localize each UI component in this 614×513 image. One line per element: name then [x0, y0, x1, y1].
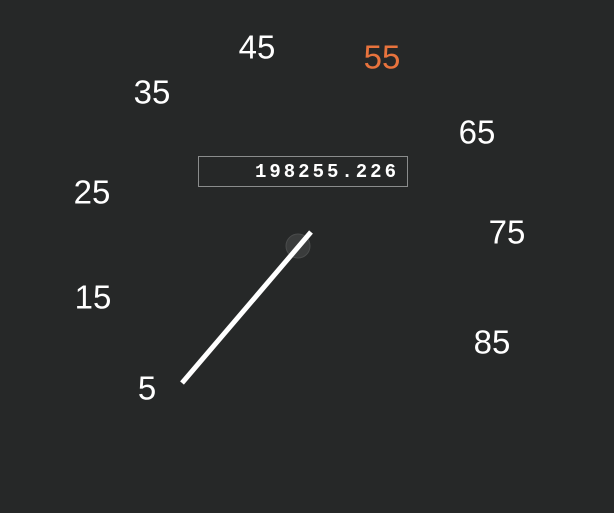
speedometer-graphic: [180, 230, 313, 385]
odometer-value: 198255.226: [254, 160, 399, 183]
speed-mark-25: 25: [73, 173, 111, 211]
speed-needle: [180, 230, 313, 385]
speed-mark-45: 45: [238, 28, 276, 66]
speed-mark-85: 85: [473, 323, 511, 361]
speed-mark-65: 65: [458, 113, 496, 151]
speed-mark-15: 15: [74, 278, 112, 316]
speed-mark-75: 75: [488, 213, 526, 251]
speedometer-dial: [0, 0, 614, 508]
speed-mark-35: 35: [133, 73, 171, 111]
odometer-display: 198255.226: [198, 156, 408, 187]
speed-mark-5: 5: [137, 369, 157, 407]
speed-mark-55: 55: [363, 38, 401, 76]
